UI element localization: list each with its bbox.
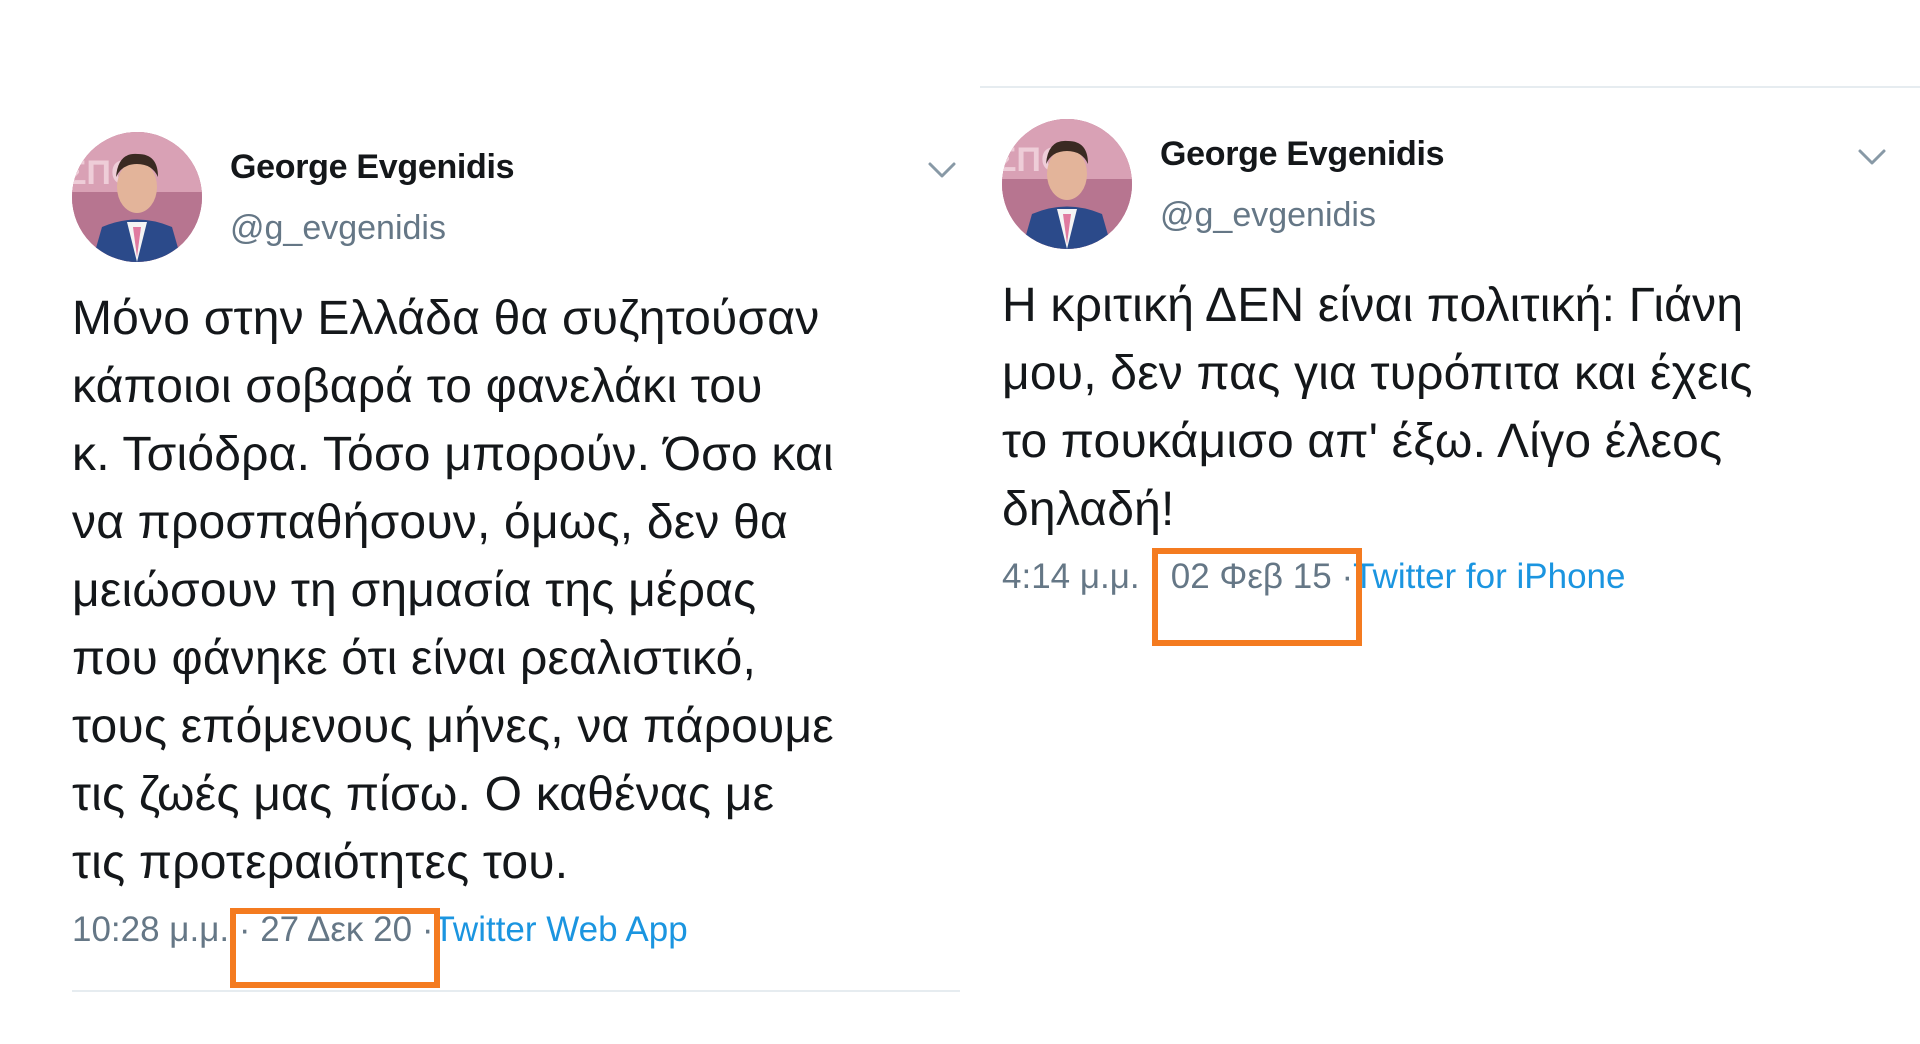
tweet-header: ΣΠΟ George Evgenidis @g_evgenidis bbox=[72, 128, 960, 263]
user-name[interactable]: George Evgenidis bbox=[1160, 135, 1445, 174]
tweet-source[interactable]: Twitter for iPhone bbox=[1353, 557, 1625, 596]
tweet-meta: 4:14 μ.μ. · 02 Φεβ 15 ·Twitter for iPhon… bbox=[1002, 550, 1890, 604]
tweet-text: Η κριτική ΔΕΝ είναι πολιτική: Γιάνη μου,… bbox=[1002, 279, 1753, 536]
user-handle[interactable]: @g_evgenidis bbox=[230, 209, 446, 248]
tweet-header: ΣΠΟ George Evgenidis @g_evgenidis bbox=[1002, 115, 1890, 250]
avatar-image: ΣΠΟ bbox=[1002, 119, 1132, 249]
date-highlight-box bbox=[230, 908, 440, 988]
tweet-time[interactable]: 4:14 μ.μ. bbox=[1002, 557, 1140, 596]
avatar-image: ΣΠΟ bbox=[72, 132, 202, 262]
tweet-time[interactable]: 10:28 μ.μ. bbox=[72, 910, 229, 949]
tweet-source[interactable]: Twitter Web App bbox=[433, 910, 687, 949]
tweet-meta: 10:28 μ.μ. · 27 Δεκ 20 ·Twitter Web App bbox=[72, 903, 960, 957]
user-handle[interactable]: @g_evgenidis bbox=[1160, 196, 1376, 235]
top-divider bbox=[980, 86, 1920, 88]
chevron-down-icon[interactable] bbox=[924, 152, 960, 188]
tweet-card-2: ΣΠΟ George Evgenidis @g_evgenidis Η κριτ… bbox=[1002, 115, 1890, 604]
bottom-divider bbox=[72, 990, 960, 992]
chevron-down-icon[interactable] bbox=[1854, 139, 1890, 175]
tweet-text: Μόνο στην Ελλάδα θα συζητούσαν κάποιοι σ… bbox=[72, 292, 834, 889]
date-highlight-box bbox=[1152, 548, 1362, 646]
tweet-card-1: ΣΠΟ George Evgenidis @g_evgenidis Μόνο σ… bbox=[72, 128, 960, 957]
user-name[interactable]: George Evgenidis bbox=[230, 148, 515, 187]
avatar[interactable]: ΣΠΟ bbox=[1002, 119, 1132, 249]
avatar[interactable]: ΣΠΟ bbox=[72, 132, 202, 262]
